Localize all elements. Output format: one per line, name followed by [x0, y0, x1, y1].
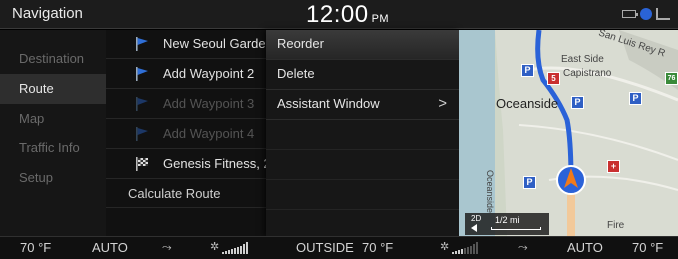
status-bar: Navigation 12:00 PM: [0, 0, 678, 29]
passenger-temperature[interactable]: 70 °F: [632, 240, 663, 255]
fan-icon[interactable]: ✲: [210, 240, 219, 253]
map-label-oceanside-blvd: Oceanside: [485, 170, 495, 214]
menu-empty-slot: [266, 120, 459, 150]
sidebar-item-setup[interactable]: Setup: [0, 163, 106, 193]
app-title: Navigation: [12, 5, 83, 22]
airflow-icon[interactable]: ⤳: [162, 240, 172, 255]
menu-item-label: Reorder: [277, 36, 324, 51]
waypoint-label: New Seoul Garde: [163, 36, 266, 51]
context-menu: Reorder Delete Assistant Window >: [266, 30, 459, 236]
map-label-fire: Fire: [607, 220, 625, 231]
parking-icon[interactable]: P: [523, 176, 536, 189]
map-label-capistrano: Capistrano: [563, 68, 612, 79]
clock: 12:00 PM: [306, 1, 389, 29]
menu-item-reorder[interactable]: Reorder: [266, 30, 459, 60]
menu-empty-slot: [266, 180, 459, 210]
chevron-right-icon: >: [438, 95, 447, 112]
list-item[interactable]: Genesis Fitness, 2: [106, 149, 266, 179]
road: [518, 124, 678, 161]
calculate-route-label: Calculate Route: [128, 186, 221, 201]
waypoint-flag-icon: [136, 67, 148, 81]
driver-auto-mode[interactable]: AUTO: [92, 240, 128, 255]
climate-bar: 70 °F AUTO ⤳ ✲ OUTSIDE 70 °F ✲ ⤳ AUTO 70…: [0, 236, 678, 259]
route-list: New Seoul Garde Add Waypoint 2 Add Waypo…: [106, 30, 266, 236]
hospital-icon[interactable]: +: [607, 160, 620, 173]
sidebar-item-destination[interactable]: Destination: [0, 44, 106, 74]
destination-checkered-flag-icon: [136, 157, 148, 171]
map-label-east-side: East Side: [561, 54, 604, 65]
waypoint-label: Add Waypoint 2: [163, 66, 255, 81]
destination-label: Genesis Fitness, 2: [163, 156, 266, 171]
fan-speed-bars[interactable]: [222, 242, 248, 254]
menu-item-delete[interactable]: Delete: [266, 60, 459, 90]
waypoint-label: Add Waypoint 3: [163, 96, 255, 111]
airflow-icon[interactable]: ⤳: [518, 240, 528, 255]
menu-item-assistant-window[interactable]: Assistant Window >: [266, 90, 459, 120]
list-item[interactable]: New Seoul Garde: [106, 30, 266, 59]
highway-shield-icon: 76: [665, 72, 678, 85]
sidebar-item-route[interactable]: Route: [0, 74, 106, 104]
scale-bar: [491, 227, 541, 230]
interstate-shield-icon: 5: [547, 72, 560, 85]
scale-distance: 1/2 mi: [495, 215, 520, 225]
passenger-auto-mode[interactable]: AUTO: [567, 240, 603, 255]
parking-icon[interactable]: P: [629, 92, 642, 105]
battery-icon: [622, 10, 638, 18]
bluetooth-icon: [640, 8, 652, 20]
view-mode-label: 2D: [471, 214, 482, 223]
map-view[interactable]: East Side Capistrano San Luis Rey R Ocea…: [459, 30, 678, 236]
outside-temperature: 70 °F: [362, 240, 394, 255]
sidebar-item-traffic-info[interactable]: Traffic Info: [0, 133, 106, 163]
waypoint-flag-icon: [136, 37, 148, 51]
parking-icon[interactable]: P: [571, 96, 584, 109]
map-scale-control[interactable]: 2D 1/2 mi: [465, 213, 549, 235]
menu-empty-slot: [266, 150, 459, 180]
sidebar: Destination Route Map Traffic Info Setup: [0, 30, 106, 236]
fan-icon[interactable]: ✲: [440, 240, 449, 253]
list-item[interactable]: Add Waypoint 3: [106, 89, 266, 119]
list-item[interactable]: Add Waypoint 4: [106, 119, 266, 149]
driver-temperature[interactable]: 70 °F: [20, 240, 51, 255]
menu-item-label: Assistant Window: [277, 96, 380, 111]
compass-arrow-icon: [471, 224, 477, 232]
fan-speed-bars[interactable]: [452, 242, 478, 254]
menu-item-label: Delete: [277, 66, 315, 81]
list-item[interactable]: Add Waypoint 2: [106, 59, 266, 89]
calculate-route-button[interactable]: Calculate Route: [106, 178, 266, 208]
signal-icon: [656, 8, 670, 20]
parking-icon[interactable]: P: [521, 64, 534, 77]
sidebar-item-map[interactable]: Map: [0, 104, 106, 134]
clock-time: 12:00: [306, 1, 369, 28]
waypoint-flag-icon: [136, 97, 148, 111]
map-label-oceanside: Oceanside: [496, 96, 559, 111]
waypoint-flag-icon: [136, 127, 148, 141]
waypoint-label: Add Waypoint 4: [163, 126, 255, 141]
clock-ampm: PM: [371, 13, 390, 25]
status-icons: [622, 7, 670, 20]
outside-label: OUTSIDE: [296, 240, 354, 255]
beach-area: [495, 30, 507, 236]
